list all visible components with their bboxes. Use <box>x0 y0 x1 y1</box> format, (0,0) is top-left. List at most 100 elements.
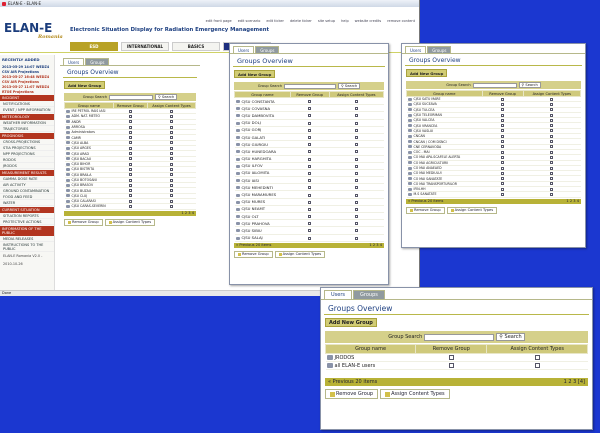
top-link[interactable]: edit front page <box>206 19 232 23</box>
recent-item[interactable]: 2013-05-27 11:07 WEDZ4 <box>0 84 54 89</box>
add-new-group-button[interactable]: Add New Group <box>234 70 276 78</box>
group-name[interactable]: CO MAI AGRICULTURII <box>414 161 449 165</box>
top-link[interactable]: help <box>341 19 349 23</box>
assign-content-checkbox[interactable] <box>170 178 174 182</box>
remove-group-checkbox[interactable] <box>501 177 505 181</box>
remove-group-checkbox[interactable] <box>308 128 312 132</box>
remove-group-checkbox[interactable] <box>308 171 312 175</box>
group-name[interactable]: CJSU ILFOV <box>242 163 263 168</box>
group-name-cell[interactable]: CJSU ILFOV <box>234 162 291 170</box>
remove-group-checkbox[interactable] <box>128 194 132 198</box>
group-name[interactable]: CJSU DOLJ <box>242 120 261 125</box>
assign-content-checkbox[interactable] <box>354 179 358 183</box>
remove-group-checkbox[interactable] <box>128 199 132 203</box>
group-name[interactable]: CNCAN <box>414 134 425 138</box>
group-name[interactable]: CJSU NEAMT <box>242 206 266 211</box>
search-button[interactable]: ⚲ Search <box>518 82 541 88</box>
remove-group-checkbox[interactable] <box>501 161 505 165</box>
group-name[interactable]: CJSU MURES <box>242 199 266 204</box>
recent-item[interactable]: RTOE Projections <box>0 89 54 94</box>
assign-content-types-button[interactable]: Assign Content Types <box>274 250 326 258</box>
group-name[interactable]: all ELAN-E users <box>335 363 376 369</box>
assign-content-checkbox[interactable] <box>534 362 540 368</box>
remove-group-checkbox[interactable] <box>501 171 505 175</box>
previous-page-link[interactable]: « Previous 20 items <box>328 379 377 385</box>
remove-group-checkbox[interactable] <box>128 120 132 124</box>
group-name[interactable]: CJSU TULCEA <box>414 108 435 112</box>
remove-group-checkbox[interactable] <box>501 192 505 196</box>
group-name[interactable]: CJSU BUZAU <box>72 189 92 193</box>
group-name[interactable]: CJSU TELEORMAN <box>414 113 442 117</box>
assign-content-checkbox[interactable] <box>550 192 554 196</box>
remove-group-checkbox[interactable] <box>128 162 132 166</box>
remove-group-checkbox[interactable] <box>501 113 505 117</box>
assign-content-checkbox[interactable] <box>354 128 358 132</box>
previous-page-link[interactable]: « Previous 20 items <box>236 243 271 247</box>
assign-content-checkbox[interactable] <box>550 150 554 154</box>
remove-group-checkbox[interactable] <box>128 141 132 145</box>
assign-content-checkbox[interactable] <box>550 118 554 122</box>
group-name-cell[interactable]: JRODOS <box>325 353 416 362</box>
group-name[interactable]: CO MAI TRANSPORTURILOR <box>414 182 458 186</box>
remove-group-checkbox[interactable] <box>448 362 454 368</box>
group-name[interactable]: CJSU BISTRITA <box>72 167 95 171</box>
remove-group-checkbox[interactable] <box>501 145 505 149</box>
assign-content-checkbox[interactable] <box>170 173 174 177</box>
assign-content-checkbox[interactable] <box>550 171 554 175</box>
remove-group-checkbox[interactable] <box>308 236 312 240</box>
group-name-cell[interactable]: CJSU HARGHITA <box>234 155 291 163</box>
remove-group-checkbox[interactable] <box>128 189 132 193</box>
group-name[interactable]: CJSU GORJ <box>242 127 262 132</box>
previous-page-link[interactable]: « Previous 20 items <box>408 199 443 203</box>
top-link[interactable]: edit scenario <box>238 19 261 23</box>
assign-content-checkbox[interactable] <box>354 157 358 161</box>
assign-content-checkbox[interactable] <box>354 150 358 154</box>
remove-group-button[interactable]: Remove Group <box>325 389 379 399</box>
remove-group-button[interactable]: Remove Group <box>64 218 103 226</box>
nav-tab-international[interactable]: INTERNATIONAL <box>121 42 169 51</box>
group-name-cell[interactable]: CJSU GALATI <box>234 133 291 142</box>
assign-content-checkbox[interactable] <box>550 145 554 149</box>
assign-content-checkbox[interactable] <box>354 136 358 140</box>
group-name[interactable]: CJSU CONSTANTA <box>242 99 275 104</box>
remove-group-checkbox[interactable] <box>128 152 132 156</box>
site-logo[interactable]: ELAN-E <box>4 21 52 35</box>
page-numbers[interactable]: 1 2 3 4 <box>369 243 382 247</box>
assign-content-checkbox[interactable] <box>354 222 358 226</box>
remove-group-checkbox[interactable] <box>308 229 312 233</box>
page-numbers[interactable]: 1 2 3 [4] <box>564 379 585 385</box>
remove-group-checkbox[interactable] <box>308 136 312 140</box>
remove-group-checkbox[interactable] <box>501 134 505 138</box>
group-name[interactable]: ANDR <box>72 120 81 124</box>
search-button[interactable]: ⚲ Search <box>338 83 361 89</box>
assign-content-checkbox[interactable] <box>354 107 358 111</box>
group-name[interactable]: CJSU BOTOSANI <box>72 178 97 182</box>
tab-users[interactable]: Users <box>324 290 353 299</box>
group-name[interactable]: IRE PETROL RAIS IASI <box>72 109 106 113</box>
assign-content-checkbox[interactable] <box>550 134 554 138</box>
tab-groups[interactable]: Groups <box>353 290 385 299</box>
group-name[interactable]: CJSU IALOMITA <box>242 170 270 175</box>
sidebar-item[interactable]: PROTECTIVE ACTIONS <box>0 219 54 225</box>
recent-item[interactable]: 2013-05-27 16:48 WEDZ4 <box>0 74 54 79</box>
assign-content-checkbox[interactable] <box>170 162 174 166</box>
group-name[interactable]: CJSU ARAD <box>72 152 89 156</box>
group-name[interactable]: CJSU BIHOR <box>72 162 91 166</box>
assign-content-checkbox[interactable] <box>550 140 554 144</box>
remove-group-checkbox[interactable] <box>308 179 312 183</box>
add-new-group-button[interactable]: Add New Group <box>325 318 377 327</box>
remove-group-checkbox[interactable] <box>128 178 132 182</box>
assign-content-checkbox[interactable] <box>354 207 358 211</box>
group-name-cell[interactable]: CJSU OLT <box>234 212 291 221</box>
group-name-cell[interactable]: CJSU IALOMITA <box>234 169 291 178</box>
group-search-input[interactable] <box>109 94 154 100</box>
assign-content-checkbox[interactable] <box>354 186 358 190</box>
add-new-group-button[interactable]: Add New Group <box>64 81 106 89</box>
group-name[interactable]: CNE CERNAVODA <box>414 145 442 149</box>
assign-content-checkbox[interactable] <box>354 236 358 240</box>
assign-content-checkbox[interactable] <box>170 167 174 171</box>
assign-content-checkbox[interactable] <box>550 102 554 106</box>
group-name-cell[interactable]: CJSU COVASNA <box>234 104 291 113</box>
remove-group-checkbox[interactable] <box>501 102 505 106</box>
assign-content-checkbox[interactable] <box>170 109 174 113</box>
